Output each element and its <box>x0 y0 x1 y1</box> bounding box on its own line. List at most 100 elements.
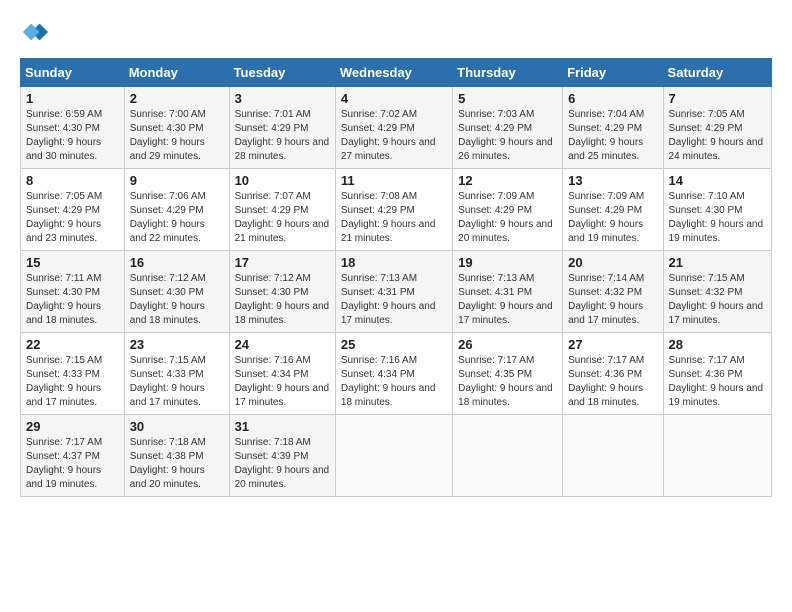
day-number: 12 <box>458 173 557 188</box>
day-info: Sunrise: 7:08 AMSunset: 4:29 PMDaylight:… <box>341 190 447 246</box>
day-info: Sunrise: 7:02 AMSunset: 4:29 PMDaylight:… <box>341 108 447 164</box>
day-cell: 25 Sunrise: 7:16 AMSunset: 4:34 PMDaylig… <box>335 333 452 415</box>
day-cell: 29 Sunrise: 7:17 AMSunset: 4:37 PMDaylig… <box>21 415 125 497</box>
day-number: 25 <box>341 337 447 352</box>
day-cell <box>563 415 663 497</box>
day-cell: 6 Sunrise: 7:04 AMSunset: 4:29 PMDayligh… <box>563 87 663 169</box>
day-number: 28 <box>669 337 766 352</box>
day-number: 3 <box>235 91 330 106</box>
day-number: 19 <box>458 255 557 270</box>
day-info: Sunrise: 7:06 AMSunset: 4:29 PMDaylight:… <box>130 190 224 246</box>
week-row-5: 29 Sunrise: 7:17 AMSunset: 4:37 PMDaylig… <box>21 415 772 497</box>
day-info: Sunrise: 7:05 AMSunset: 4:29 PMDaylight:… <box>669 108 766 164</box>
day-cell: 12 Sunrise: 7:09 AMSunset: 4:29 PMDaylig… <box>453 169 563 251</box>
col-header-tuesday: Tuesday <box>229 59 335 87</box>
day-info: Sunrise: 7:16 AMSunset: 4:34 PMDaylight:… <box>341 354 447 410</box>
day-number: 23 <box>130 337 224 352</box>
day-info: Sunrise: 7:18 AMSunset: 4:38 PMDaylight:… <box>130 436 224 492</box>
day-cell: 20 Sunrise: 7:14 AMSunset: 4:32 PMDaylig… <box>563 251 663 333</box>
day-info: Sunrise: 7:00 AMSunset: 4:30 PMDaylight:… <box>130 108 224 164</box>
day-info: Sunrise: 7:03 AMSunset: 4:29 PMDaylight:… <box>458 108 557 164</box>
day-info: Sunrise: 7:17 AMSunset: 4:36 PMDaylight:… <box>568 354 657 410</box>
day-cell: 1 Sunrise: 6:59 AMSunset: 4:30 PMDayligh… <box>21 87 125 169</box>
day-info: Sunrise: 7:12 AMSunset: 4:30 PMDaylight:… <box>130 272 224 328</box>
day-info: Sunrise: 7:04 AMSunset: 4:29 PMDaylight:… <box>568 108 657 164</box>
day-info: Sunrise: 7:01 AMSunset: 4:29 PMDaylight:… <box>235 108 330 164</box>
day-cell: 8 Sunrise: 7:05 AMSunset: 4:29 PMDayligh… <box>21 169 125 251</box>
page: SundayMondayTuesdayWednesdayThursdayFrid… <box>0 0 792 507</box>
day-number: 20 <box>568 255 657 270</box>
day-cell: 18 Sunrise: 7:13 AMSunset: 4:31 PMDaylig… <box>335 251 452 333</box>
day-cell: 7 Sunrise: 7:05 AMSunset: 4:29 PMDayligh… <box>663 87 771 169</box>
day-number: 15 <box>26 255 119 270</box>
week-row-3: 15 Sunrise: 7:11 AMSunset: 4:30 PMDaylig… <box>21 251 772 333</box>
day-cell: 23 Sunrise: 7:15 AMSunset: 4:33 PMDaylig… <box>124 333 229 415</box>
day-info: Sunrise: 7:13 AMSunset: 4:31 PMDaylight:… <box>458 272 557 328</box>
day-info: Sunrise: 7:17 AMSunset: 4:36 PMDaylight:… <box>669 354 766 410</box>
day-number: 24 <box>235 337 330 352</box>
week-row-4: 22 Sunrise: 7:15 AMSunset: 4:33 PMDaylig… <box>21 333 772 415</box>
week-row-1: 1 Sunrise: 6:59 AMSunset: 4:30 PMDayligh… <box>21 87 772 169</box>
day-info: Sunrise: 7:15 AMSunset: 4:33 PMDaylight:… <box>130 354 224 410</box>
day-cell: 22 Sunrise: 7:15 AMSunset: 4:33 PMDaylig… <box>21 333 125 415</box>
day-info: Sunrise: 7:14 AMSunset: 4:32 PMDaylight:… <box>568 272 657 328</box>
week-row-2: 8 Sunrise: 7:05 AMSunset: 4:29 PMDayligh… <box>21 169 772 251</box>
day-number: 21 <box>669 255 766 270</box>
day-number: 26 <box>458 337 557 352</box>
day-info: Sunrise: 6:59 AMSunset: 4:30 PMDaylight:… <box>26 108 119 164</box>
day-number: 2 <box>130 91 224 106</box>
day-cell: 10 Sunrise: 7:07 AMSunset: 4:29 PMDaylig… <box>229 169 335 251</box>
day-number: 10 <box>235 173 330 188</box>
day-number: 30 <box>130 419 224 434</box>
day-number: 14 <box>669 173 766 188</box>
day-cell: 26 Sunrise: 7:17 AMSunset: 4:35 PMDaylig… <box>453 333 563 415</box>
day-cell <box>335 415 452 497</box>
day-number: 5 <box>458 91 557 106</box>
day-number: 29 <box>26 419 119 434</box>
calendar-table: SundayMondayTuesdayWednesdayThursdayFrid… <box>20 58 772 497</box>
day-info: Sunrise: 7:17 AMSunset: 4:37 PMDaylight:… <box>26 436 119 492</box>
day-cell: 11 Sunrise: 7:08 AMSunset: 4:29 PMDaylig… <box>335 169 452 251</box>
day-info: Sunrise: 7:15 AMSunset: 4:32 PMDaylight:… <box>669 272 766 328</box>
header <box>20 18 772 46</box>
day-number: 9 <box>130 173 224 188</box>
header-row: SundayMondayTuesdayWednesdayThursdayFrid… <box>21 59 772 87</box>
day-info: Sunrise: 7:07 AMSunset: 4:29 PMDaylight:… <box>235 190 330 246</box>
day-number: 1 <box>26 91 119 106</box>
day-cell: 24 Sunrise: 7:16 AMSunset: 4:34 PMDaylig… <box>229 333 335 415</box>
day-number: 6 <box>568 91 657 106</box>
day-number: 8 <box>26 173 119 188</box>
col-header-thursday: Thursday <box>453 59 563 87</box>
day-info: Sunrise: 7:15 AMSunset: 4:33 PMDaylight:… <box>26 354 119 410</box>
day-info: Sunrise: 7:16 AMSunset: 4:34 PMDaylight:… <box>235 354 330 410</box>
day-cell: 16 Sunrise: 7:12 AMSunset: 4:30 PMDaylig… <box>124 251 229 333</box>
day-info: Sunrise: 7:09 AMSunset: 4:29 PMDaylight:… <box>568 190 657 246</box>
day-cell: 15 Sunrise: 7:11 AMSunset: 4:30 PMDaylig… <box>21 251 125 333</box>
day-cell: 31 Sunrise: 7:18 AMSunset: 4:39 PMDaylig… <box>229 415 335 497</box>
day-cell: 9 Sunrise: 7:06 AMSunset: 4:29 PMDayligh… <box>124 169 229 251</box>
col-header-sunday: Sunday <box>21 59 125 87</box>
day-info: Sunrise: 7:18 AMSunset: 4:39 PMDaylight:… <box>235 436 330 492</box>
day-info: Sunrise: 7:17 AMSunset: 4:35 PMDaylight:… <box>458 354 557 410</box>
col-header-monday: Monday <box>124 59 229 87</box>
day-cell: 13 Sunrise: 7:09 AMSunset: 4:29 PMDaylig… <box>563 169 663 251</box>
day-cell: 3 Sunrise: 7:01 AMSunset: 4:29 PMDayligh… <box>229 87 335 169</box>
day-cell: 4 Sunrise: 7:02 AMSunset: 4:29 PMDayligh… <box>335 87 452 169</box>
day-number: 4 <box>341 91 447 106</box>
day-cell: 30 Sunrise: 7:18 AMSunset: 4:38 PMDaylig… <box>124 415 229 497</box>
col-header-saturday: Saturday <box>663 59 771 87</box>
logo <box>20 18 52 46</box>
day-number: 11 <box>341 173 447 188</box>
day-cell: 28 Sunrise: 7:17 AMSunset: 4:36 PMDaylig… <box>663 333 771 415</box>
day-number: 13 <box>568 173 657 188</box>
day-info: Sunrise: 7:09 AMSunset: 4:29 PMDaylight:… <box>458 190 557 246</box>
col-header-wednesday: Wednesday <box>335 59 452 87</box>
day-number: 27 <box>568 337 657 352</box>
day-info: Sunrise: 7:10 AMSunset: 4:30 PMDaylight:… <box>669 190 766 246</box>
day-cell <box>663 415 771 497</box>
day-number: 16 <box>130 255 224 270</box>
day-info: Sunrise: 7:11 AMSunset: 4:30 PMDaylight:… <box>26 272 119 328</box>
day-cell: 14 Sunrise: 7:10 AMSunset: 4:30 PMDaylig… <box>663 169 771 251</box>
day-cell: 5 Sunrise: 7:03 AMSunset: 4:29 PMDayligh… <box>453 87 563 169</box>
day-cell: 17 Sunrise: 7:12 AMSunset: 4:30 PMDaylig… <box>229 251 335 333</box>
